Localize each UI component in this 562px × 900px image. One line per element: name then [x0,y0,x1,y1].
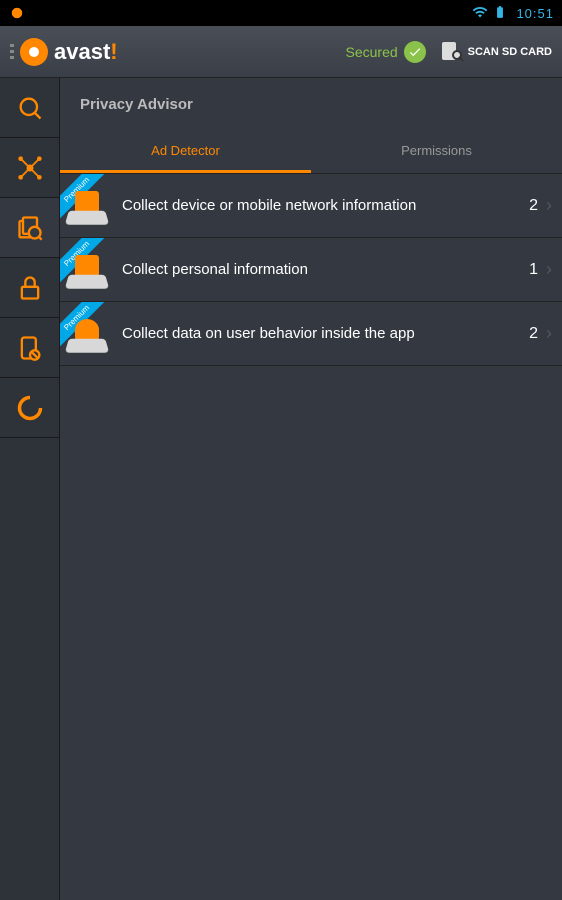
clock-text: 10:51 [516,6,554,21]
android-statusbar: 10:51 [0,0,562,26]
list-item-label: Collect device or mobile network informa… [122,197,529,214]
list-item-count: 1 [529,261,538,279]
content-area: Privacy Advisor Ad Detector Permissions … [60,78,562,900]
list-item-label: Collect data on user behavior inside the… [122,325,529,342]
list-item-count: 2 [529,197,538,215]
app-topbar: avast! Secured SCAN SD CARD [0,26,562,78]
sidebar-item-firewall[interactable] [0,318,59,378]
chevron-right-icon: › [546,323,552,344]
battery-icon [493,4,507,23]
person-icon [62,309,112,359]
list-item-label: Collect personal information [122,261,529,278]
list-item-count: 2 [529,325,538,343]
list-item[interactable]: Premium Collect data on user behavior in… [60,302,562,366]
wifi-icon [472,4,488,23]
drawer-toggle[interactable] [10,44,14,59]
avast-logo-icon [20,38,48,66]
avast-logo-text: avast! [54,39,118,65]
tab-ad-detector[interactable]: Ad Detector [60,131,311,173]
id-card-icon [62,245,112,295]
page-title: Privacy Advisor [60,78,562,131]
list-item[interactable]: Premium Collect personal information 1 › [60,238,562,302]
scan-sd-button[interactable]: SCAN SD CARD [442,42,552,62]
results-list: Premium Collect device or mobile network… [60,174,562,900]
tab-permissions[interactable]: Permissions [311,131,562,173]
sidebar-nav [0,78,60,900]
sd-card-icon [442,42,462,62]
checkmark-icon [404,41,426,63]
antenna-icon [62,181,112,231]
system-icons: 10:51 [472,4,554,23]
app-logo[interactable]: avast! [20,38,118,66]
sidebar-item-privacy[interactable] [0,198,59,258]
notification-icon [8,4,26,22]
sidebar-item-lock[interactable] [0,258,59,318]
chevron-right-icon: › [546,195,552,216]
chevron-right-icon: › [546,259,552,280]
secured-status: Secured [346,41,426,63]
sidebar-item-update[interactable] [0,378,59,438]
sidebar-item-scan[interactable] [0,78,59,138]
list-item[interactable]: Premium Collect device or mobile network… [60,174,562,238]
tab-bar: Ad Detector Permissions [60,131,562,174]
sidebar-item-network[interactable] [0,138,59,198]
